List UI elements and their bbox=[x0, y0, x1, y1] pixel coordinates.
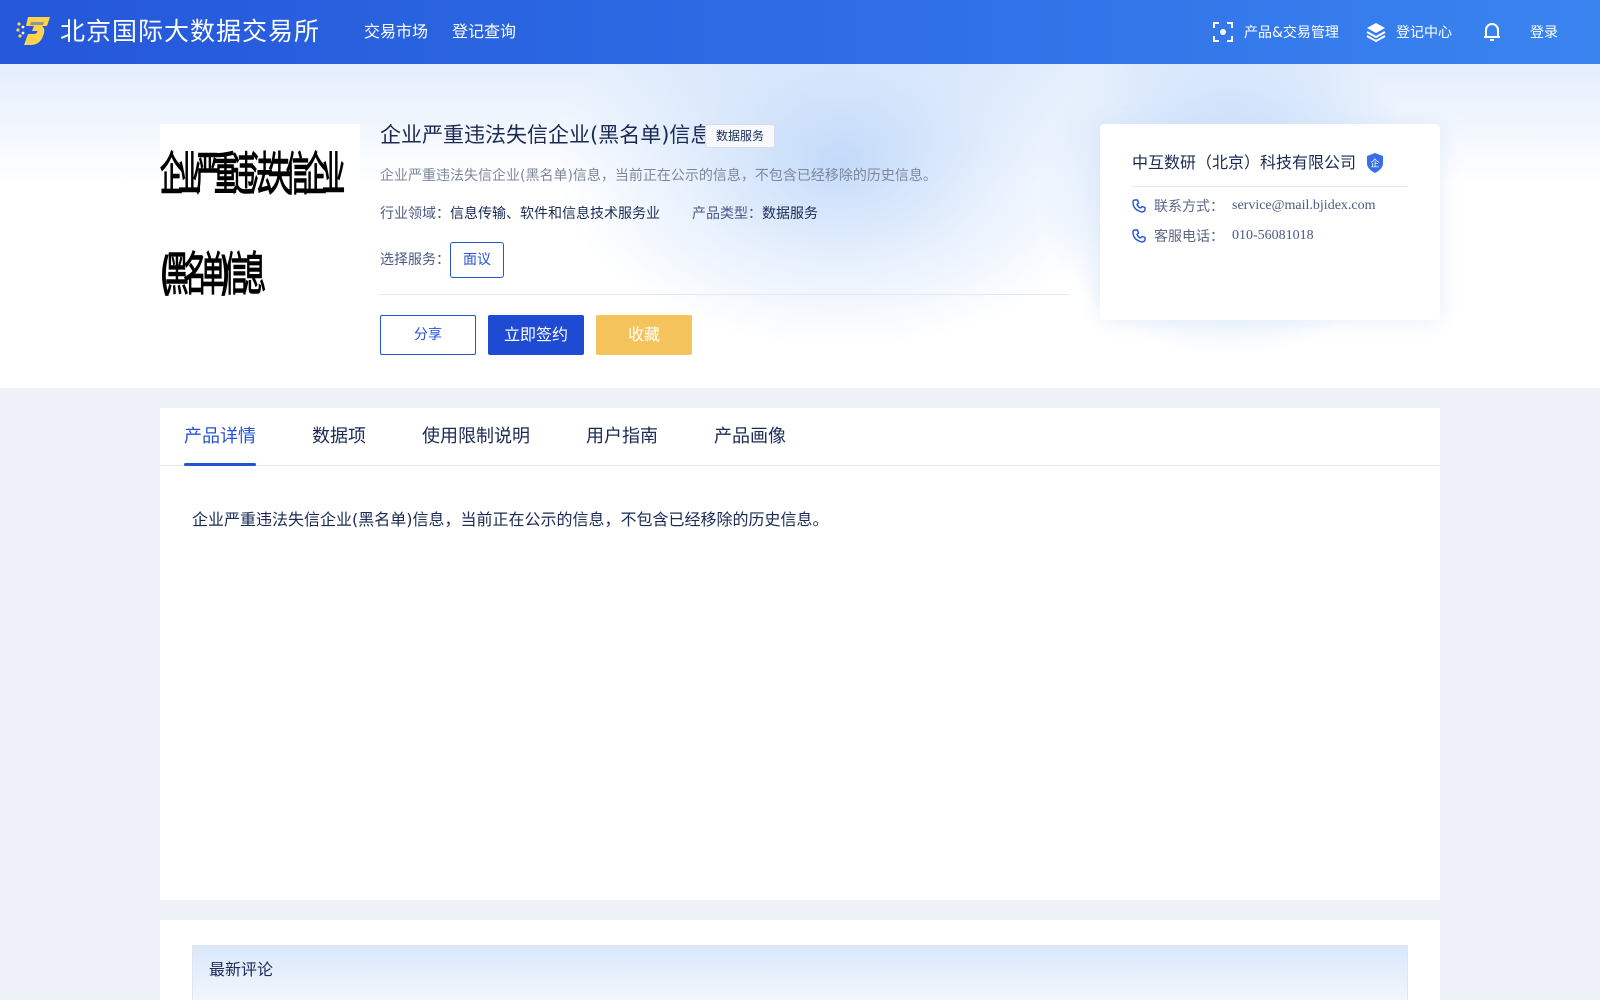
industry-value: 信息传输、软件和信息技术服务业 bbox=[450, 206, 660, 222]
detail-content: 企业严重违法失信企业(黑名单)信息，当前正在公示的信息，不包含已经移除的历史信息… bbox=[192, 510, 829, 529]
contact-label: 联系方式： bbox=[1154, 199, 1224, 215]
share-button[interactable]: 分享 bbox=[380, 315, 476, 355]
scan-icon bbox=[1213, 22, 1233, 42]
product-description: 企业严重违法失信企业(黑名单)信息，当前正在公示的信息，不包含已经移除的历史信息… bbox=[380, 168, 937, 184]
brand-name[interactable]: 北京国际大数据交易所 bbox=[60, 15, 320, 49]
product-trade-management-link[interactable]: 产品&交易管理 bbox=[1212, 20, 1339, 44]
bell-icon bbox=[1484, 23, 1500, 41]
register-center-link[interactable]: 登记中心 bbox=[1366, 20, 1452, 44]
customer-service-row: 客服电话： 010-56081018 bbox=[1132, 226, 1314, 246]
industry-label: 行业领域： bbox=[380, 206, 450, 222]
enterprise-verified-icon: 企 bbox=[1367, 153, 1383, 173]
tab-user-guide[interactable]: 用户指南 bbox=[586, 424, 658, 450]
register-center-label: 登记中心 bbox=[1396, 25, 1452, 41]
comments-header: 最新评论 bbox=[192, 945, 1408, 1000]
nav-registry-query[interactable]: 登记查询 bbox=[452, 20, 516, 44]
product-type-value: 数据服务 bbox=[762, 206, 818, 222]
service-option-negotiable[interactable]: 面议 bbox=[450, 242, 504, 278]
top-navigation-bar: 北京国际大数据交易所 交易市场 登记查询 产品&交易管理 登记中心 登录 bbox=[0, 0, 1600, 64]
nav-trade-market[interactable]: 交易市场 bbox=[364, 20, 428, 44]
company-divider bbox=[1132, 186, 1408, 187]
detail-tabs: 产品详情 数据项 使用限制说明 用户指南 产品画像 bbox=[160, 408, 1440, 466]
company-name[interactable]: 中互数研（北京）科技有限公司 bbox=[1132, 151, 1356, 175]
product-thumbnail-text: 企业严重违法失信企业(黑名单)信息 bbox=[160, 147, 345, 298]
comments-panel: 最新评论 bbox=[160, 920, 1440, 1000]
active-tab-indicator bbox=[184, 463, 256, 466]
layers-icon bbox=[1366, 23, 1386, 42]
sign-now-button[interactable]: 立即签约 bbox=[488, 315, 584, 355]
tab-data-items[interactable]: 数据项 bbox=[312, 424, 366, 450]
bjidex-logo-icon[interactable] bbox=[16, 14, 52, 48]
product-title: 企业严重违法失信企业(黑名单)信息 bbox=[380, 123, 712, 147]
tab-product-profile[interactable]: 产品画像 bbox=[714, 424, 786, 450]
phone-icon bbox=[1132, 199, 1146, 213]
login-link[interactable]: 登录 bbox=[1530, 20, 1558, 44]
product-type-label: 产品类型： bbox=[692, 206, 762, 222]
product-tag: 数据服务 bbox=[705, 124, 776, 148]
contact-email-row: 联系方式： service@mail.bjidex.com bbox=[1132, 196, 1376, 216]
product-thumbnail: 企业严重违法失信企业(黑名单)信息 bbox=[160, 124, 360, 298]
company-card: 中互数研（北京）科技有限公司 企 联系方式： service@mail.bjid… bbox=[1100, 124, 1440, 320]
favorite-button[interactable]: 收藏 bbox=[596, 315, 692, 355]
tab-usage-restrictions[interactable]: 使用限制说明 bbox=[422, 424, 530, 450]
industry-info: 行业领域：信息传输、软件和信息技术服务业 bbox=[380, 204, 660, 224]
product-detail-panel: 产品详情 数据项 使用限制说明 用户指南 产品画像 企业严重违法失信企业(黑名单… bbox=[160, 408, 1440, 900]
product-type-info: 产品类型：数据服务 bbox=[692, 204, 818, 224]
notification-button[interactable] bbox=[1482, 20, 1512, 44]
phone-label: 客服电话： bbox=[1154, 229, 1224, 245]
contact-email[interactable]: service@mail.bjidex.com bbox=[1232, 198, 1376, 214]
tab-product-details[interactable]: 产品详情 bbox=[184, 424, 256, 450]
service-select-label: 选择服务： bbox=[380, 252, 450, 268]
phone-number: 010-56081018 bbox=[1232, 228, 1314, 243]
divider bbox=[380, 294, 1068, 295]
phone-icon bbox=[1132, 229, 1146, 243]
enterprise-badge-text: 企 bbox=[1370, 158, 1379, 170]
product-trade-management-label: 产品&交易管理 bbox=[1244, 25, 1339, 41]
comments-title: 最新评论 bbox=[209, 960, 274, 979]
